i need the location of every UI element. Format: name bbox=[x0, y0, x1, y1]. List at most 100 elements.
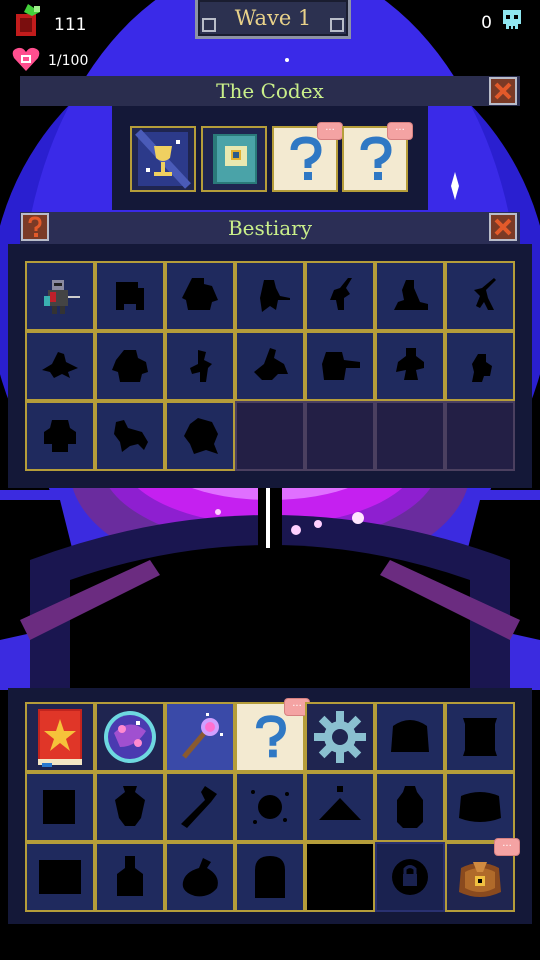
bestiary-entry[interactable] bbox=[95, 401, 165, 471]
souls-counter: 0 bbox=[481, 8, 524, 37]
skull-icon bbox=[500, 8, 524, 37]
bag-silhouette bbox=[182, 858, 218, 897]
potion-silhouette bbox=[117, 856, 143, 896]
close-icon bbox=[494, 218, 512, 236]
bestiary-entry[interactable] bbox=[95, 261, 165, 331]
lives-counter: 1/100 bbox=[12, 46, 88, 76]
crouching-creature-silhouette bbox=[394, 280, 428, 310]
inventory-slot[interactable] bbox=[375, 772, 445, 842]
blue-tome-icon bbox=[213, 134, 257, 184]
tombstone-silhouette bbox=[255, 856, 285, 898]
inventory-slot[interactable] bbox=[95, 772, 165, 842]
codex-slot[interactable]: ... bbox=[342, 123, 412, 192]
bestiary-entry[interactable] bbox=[235, 261, 305, 331]
bestiary-close-button[interactable] bbox=[489, 213, 517, 241]
inventory-slot[interactable] bbox=[235, 842, 305, 912]
bestiary-header: Bestiary bbox=[20, 212, 520, 244]
map-silhouette bbox=[43, 790, 75, 824]
lives-value: 1/100 bbox=[48, 53, 89, 69]
box-silhouette bbox=[39, 860, 81, 894]
bestiary-entry[interactable] bbox=[305, 331, 375, 401]
inventory-slot[interactable] bbox=[305, 842, 375, 912]
gear-cog-icon bbox=[314, 711, 366, 763]
lantern-silhouette bbox=[397, 786, 423, 828]
vase-silhouette bbox=[115, 786, 145, 826]
inventory-slot[interactable] bbox=[445, 772, 515, 842]
souls-value: 0 bbox=[481, 12, 492, 33]
small-goblin-silhouette bbox=[472, 354, 492, 382]
scroll-silhouette bbox=[463, 718, 497, 756]
inventory-slot[interactable] bbox=[375, 842, 445, 912]
inventory-slot[interactable] bbox=[305, 702, 375, 772]
inventory-slot[interactable] bbox=[165, 772, 235, 842]
red-spellbook-icon bbox=[38, 709, 82, 767]
inventory-slot[interactable] bbox=[165, 842, 235, 912]
inventory-slot[interactable]: ... bbox=[235, 699, 309, 772]
bestiary-empty-slot bbox=[235, 401, 305, 471]
golem-silhouette bbox=[44, 420, 76, 452]
codex-title: The Codex bbox=[216, 79, 324, 103]
new-badge: ... bbox=[388, 123, 412, 139]
inventory-slot[interactable]: ... bbox=[445, 839, 519, 912]
wave-banner: Wave 1 bbox=[195, 0, 351, 39]
pouch-silhouette bbox=[459, 792, 501, 822]
rider-silhouette bbox=[254, 348, 288, 380]
banner-corner-ornament bbox=[202, 18, 216, 32]
inventory-slot[interactable] bbox=[165, 702, 235, 772]
golden-chalice-card-icon bbox=[135, 129, 191, 189]
inventory-slot[interactable] bbox=[25, 842, 95, 912]
inventory-slot[interactable] bbox=[95, 842, 165, 912]
codex-slot[interactable] bbox=[130, 126, 196, 192]
brute-silhouette bbox=[112, 350, 148, 382]
bestiary-empty-slot bbox=[445, 401, 515, 471]
inventory-slot[interactable] bbox=[95, 702, 165, 772]
new-badge: ... bbox=[495, 839, 519, 855]
mountain-silhouette bbox=[319, 786, 361, 820]
chest-silhouette bbox=[391, 720, 429, 752]
treasure-bag-icon bbox=[459, 862, 501, 897]
bestiary-entry[interactable] bbox=[165, 401, 235, 471]
inventory-slot[interactable] bbox=[305, 772, 375, 842]
wolf-silhouette bbox=[114, 420, 148, 452]
bestiary-empty-slot bbox=[375, 401, 445, 471]
staff-silhouette bbox=[181, 786, 217, 828]
aura-silhouette bbox=[251, 790, 289, 824]
bestiary-entry[interactable] bbox=[25, 261, 95, 331]
currency-counter: 111 bbox=[10, 4, 86, 45]
question-card-icon bbox=[243, 710, 297, 764]
wave-label: Wave 1 bbox=[234, 6, 312, 30]
bestiary-entry[interactable] bbox=[375, 331, 445, 401]
bestiary-entry[interactable] bbox=[305, 261, 375, 331]
gem-sack-icon bbox=[10, 4, 46, 45]
bestiary-entry[interactable] bbox=[25, 401, 95, 471]
bestiary-entry[interactable] bbox=[95, 331, 165, 401]
inventory-slot[interactable] bbox=[25, 772, 95, 842]
bestiary-entry[interactable] bbox=[445, 331, 515, 401]
runner-silhouette bbox=[190, 350, 212, 382]
new-badge: ... bbox=[318, 123, 342, 139]
inventory-slot[interactable] bbox=[25, 702, 95, 772]
bestiary-entry[interactable] bbox=[165, 261, 235, 331]
bestiary-entry[interactable] bbox=[445, 261, 515, 331]
bestiary-entry[interactable] bbox=[235, 331, 305, 401]
bestiary-entry[interactable] bbox=[375, 261, 445, 331]
codex-slot[interactable] bbox=[201, 126, 267, 192]
inventory-slot[interactable] bbox=[235, 772, 305, 842]
question-mark-icon bbox=[28, 216, 42, 237]
codex-slot[interactable]: ... bbox=[272, 123, 342, 192]
inventory-slot[interactable] bbox=[445, 702, 515, 772]
spearman-silhouette bbox=[260, 280, 290, 312]
bestiary-entry[interactable] bbox=[25, 331, 95, 401]
imp-silhouette bbox=[330, 278, 352, 310]
crawler-silhouette bbox=[42, 352, 78, 378]
inventory-slot[interactable] bbox=[375, 702, 445, 772]
bestiary-entry[interactable] bbox=[165, 331, 235, 401]
codex-header: The Codex bbox=[20, 76, 520, 106]
ogre-silhouette bbox=[182, 278, 218, 310]
bestiary-title: Bestiary bbox=[227, 216, 312, 240]
warrior-silhouette bbox=[396, 348, 424, 380]
locked-slot-icon bbox=[392, 859, 428, 895]
codex-close-button[interactable] bbox=[489, 77, 517, 105]
beast-silhouette bbox=[116, 282, 144, 310]
bestiary-help-button[interactable] bbox=[21, 213, 49, 241]
